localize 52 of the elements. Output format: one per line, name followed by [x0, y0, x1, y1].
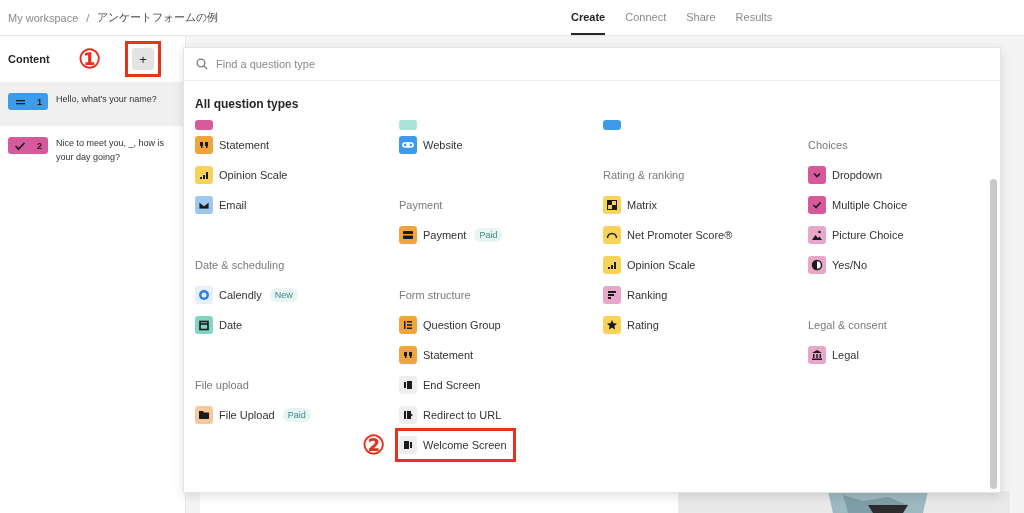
form-title: アンケートフォームの例	[97, 10, 219, 25]
nav-tab[interactable]: Connect	[625, 0, 667, 35]
category-heading: File upload	[195, 379, 249, 391]
search-icon	[196, 58, 208, 70]
question-badge: 2	[8, 137, 48, 154]
question-type-item[interactable]: Dropdown	[808, 166, 883, 184]
question-type-item[interactable]: Ranking	[603, 286, 668, 304]
question-type-item[interactable]: Multiple Choice	[808, 196, 908, 214]
question-type-item[interactable]: Yes/No	[808, 256, 868, 274]
category-heading: Form structure	[399, 289, 471, 301]
question-type-item[interactable]: Statement	[195, 136, 270, 154]
question-type-item[interactable]: Opinion Scale	[195, 166, 288, 184]
category-heading: Rating & ranking	[603, 169, 685, 181]
question-type-item[interactable]: Net Promoter Score®	[603, 226, 733, 244]
question-type-item[interactable]: End Screen	[399, 376, 481, 394]
scrollbar[interactable]	[990, 179, 997, 489]
question-item[interactable]: 1 Hello, what's your name?	[0, 82, 185, 126]
category-heading: Date & scheduling	[195, 259, 285, 271]
plan-tag: Paid	[474, 228, 503, 242]
search-field[interactable]: Find a question type	[214, 57, 988, 71]
category-heading: Legal & consent	[808, 319, 887, 331]
plan-tag: New	[269, 288, 298, 302]
question-type-item[interactable]: Calendly	[195, 286, 262, 304]
question-type-item[interactable]: Legal	[808, 346, 859, 364]
question-type-item[interactable]: File Upload	[195, 406, 275, 424]
question-type-item[interactable]: Redirect to URL	[399, 406, 502, 424]
question-item[interactable]: 2 Nice to meet you, _, how is your day going?	[0, 126, 185, 170]
question-type-item[interactable]: Opinion Scale	[603, 256, 696, 274]
popover-title: All question types	[194, 96, 300, 113]
category-heading: Payment	[399, 199, 443, 211]
question-type-item[interactable]: Welcome Screen	[399, 432, 512, 458]
check-icon	[14, 140, 27, 151]
category-heading: Choices	[808, 139, 848, 151]
question-type-item[interactable]: Rating	[603, 316, 659, 334]
question-type-item[interactable]: Matrix	[603, 196, 657, 214]
workspace-link[interactable]: My workspace	[8, 11, 79, 24]
question-type-item[interactable]: Question Group	[399, 316, 501, 334]
question-type-item[interactable]: Email	[195, 196, 247, 214]
callout-number: ①	[78, 46, 101, 72]
question-type-item[interactable]: Picture Choice	[808, 226, 904, 244]
question-type-item[interactable]: Payment	[399, 226, 467, 244]
question-type-item[interactable]: Date	[195, 316, 243, 334]
sidebar-title: Content	[8, 53, 50, 65]
question-type-item[interactable]: Website	[399, 136, 463, 154]
callout-number: ②	[362, 432, 385, 458]
question-badge: 1	[8, 93, 48, 110]
add-button[interactable]: +	[132, 48, 154, 70]
breadcrumb-separator: /	[86, 11, 90, 24]
nav-tab[interactable]: Results	[735, 0, 773, 35]
plan-tag: Paid	[282, 408, 311, 422]
question-type-item[interactable]: Statement	[399, 346, 474, 364]
nav-tab[interactable]: Share	[686, 0, 716, 35]
